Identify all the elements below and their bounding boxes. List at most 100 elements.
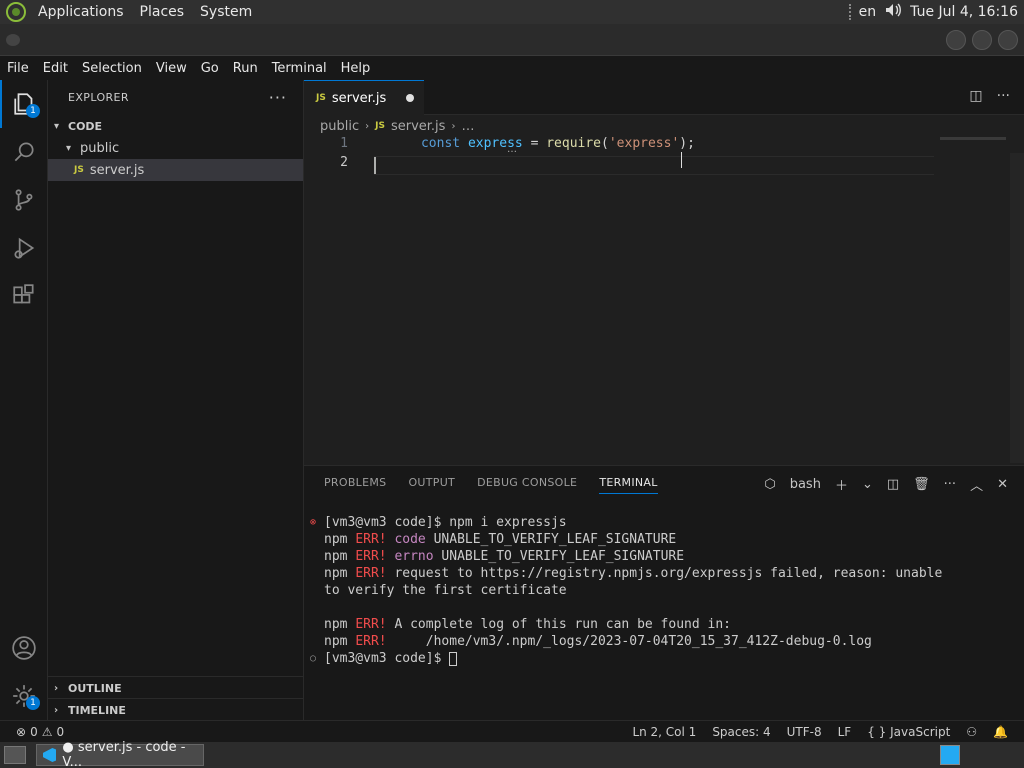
timeline-section[interactable]: › TIMELINE <box>48 699 303 721</box>
workspace-root-label: CODE <box>68 119 103 133</box>
menu-run[interactable]: Run <box>226 61 265 76</box>
clock[interactable]: Tue Jul 4, 16:16 <box>910 4 1018 20</box>
more-actions-icon[interactable]: ··· <box>944 477 956 492</box>
npm-label: npm <box>324 566 348 581</box>
menu-file[interactable]: File <box>0 61 36 76</box>
language-mode[interactable]: { } JavaScript <box>867 725 950 739</box>
show-desktop-icon[interactable] <box>4 746 26 764</box>
code-line[interactable]: 1 const express = require('express'); <box>304 134 1004 153</box>
tab-terminal[interactable]: TERMINAL <box>599 476 658 494</box>
source-control-icon[interactable] <box>0 176 48 224</box>
feedback-icon[interactable]: ⚇ <box>966 725 977 739</box>
text-cursor <box>374 157 376 174</box>
javascript-file-icon: JS <box>316 93 326 103</box>
code-editor[interactable]: 1 const express = require('express'); … … <box>304 134 1024 465</box>
problems-indicator[interactable]: ⊗ 0 ⚠ 0 <box>0 725 64 739</box>
cursor-position[interactable]: Ln 2, Col 1 <box>632 725 696 739</box>
npm-key: errno <box>394 549 434 564</box>
menu-places[interactable]: Places <box>132 4 193 20</box>
taskbar-window-vscode[interactable]: ● server.js - code - V... <box>36 740 204 768</box>
npm-label: npm <box>324 617 348 632</box>
terminal-output[interactable]: ⊗ [vm3@vm3 code]$ npm i expressjs npm ER… <box>310 514 1010 667</box>
file-server-js[interactable]: JS server.js <box>48 159 303 181</box>
indentation[interactable]: Spaces: 4 <box>712 725 770 739</box>
terminal-line: ⊗ [vm3@vm3 code]$ npm i expressjs <box>310 514 1010 531</box>
error-decoration-icon[interactable]: ⊗ <box>310 517 324 528</box>
end-of-line[interactable]: LF <box>838 725 852 739</box>
close-window-icon[interactable] <box>998 30 1018 50</box>
menu-terminal[interactable]: Terminal <box>265 61 334 76</box>
terminal-text: /home/vm3/.npm/_logs/2023-07-04T20_15_37… <box>394 634 872 649</box>
new-terminal-icon[interactable]: ＋ <box>835 475 848 494</box>
maximize-panel-icon[interactable]: ︿ <box>970 475 983 494</box>
settings-badge: 1 <box>26 696 40 710</box>
notifications-bell-icon[interactable]: 🔔 <box>993 725 1008 739</box>
npm-err-label: ERR! <box>355 566 387 581</box>
search-icon[interactable] <box>0 128 48 176</box>
minimap[interactable] <box>940 137 1006 140</box>
menu-view[interactable]: View <box>149 61 194 76</box>
distro-logo-icon[interactable] <box>6 2 26 22</box>
maximize-window-icon[interactable] <box>972 30 992 50</box>
line-number: 1 <box>340 136 348 151</box>
explorer-icon[interactable]: 1 <box>0 80 48 128</box>
terminal-line: npm ERR! code UNABLE_TO_VERIFY_LEAF_SIGN… <box>310 531 1010 548</box>
split-terminal-icon[interactable]: ◫ <box>887 477 899 492</box>
outline-label: OUTLINE <box>68 681 122 695</box>
menu-help[interactable]: Help <box>334 61 378 76</box>
warning-icon: ⚠ <box>41 724 53 739</box>
terminal-text: A complete log of this run can be found … <box>394 617 731 632</box>
accounts-icon[interactable] <box>0 624 48 672</box>
bottom-panel: PROBLEMS OUTPUT DEBUG CONSOLE TERMINAL ⬡… <box>304 465 1024 720</box>
chevron-down-icon[interactable]: ⌄ <box>862 477 873 492</box>
settings-gear-icon[interactable]: 1 <box>0 672 48 720</box>
breadcrumb-folder[interactable]: public <box>320 119 359 134</box>
token-operator: = <box>530 136 539 151</box>
more-actions-icon[interactable]: ··· <box>269 88 287 107</box>
close-panel-icon[interactable]: ✕ <box>997 477 1008 492</box>
keyboard-layout-indicator[interactable]: en <box>859 4 877 20</box>
editor-scrollbar[interactable] <box>1010 153 1024 463</box>
tab-label: server.js <box>331 90 387 106</box>
workspace-switcher-icon[interactable] <box>940 745 960 765</box>
menu-applications[interactable]: Applications <box>30 4 132 20</box>
tab-output[interactable]: OUTPUT <box>408 476 455 494</box>
terminal-shell-label[interactable]: bash <box>790 477 821 492</box>
window-titlebar[interactable] <box>0 24 1024 56</box>
code-line[interactable]: 2 <box>304 153 1004 172</box>
extensions-icon[interactable] <box>0 272 48 320</box>
explorer-badge: 1 <box>26 104 40 118</box>
token-paren: ); <box>679 136 695 151</box>
npm-label: npm <box>324 634 348 649</box>
activity-bar: 1 1 <box>0 80 48 720</box>
more-actions-icon[interactable]: ··· <box>997 88 1010 104</box>
chevron-down-icon: ▾ <box>66 142 72 154</box>
chevron-right-icon: › <box>54 704 59 716</box>
menu-go[interactable]: Go <box>194 61 226 76</box>
menu-selection[interactable]: Selection <box>75 61 149 76</box>
run-debug-icon[interactable] <box>0 224 48 272</box>
minimize-window-icon[interactable] <box>946 30 966 50</box>
tab-server-js[interactable]: JS server.js <box>304 80 424 115</box>
folder-public[interactable]: ▾ public <box>48 137 303 159</box>
taskbar-window-label: ● server.js - code - V... <box>62 740 186 768</box>
vscode-icon <box>43 748 57 762</box>
volume-icon[interactable] <box>884 1 902 23</box>
terminal-text: to verify the first certificate <box>324 583 567 598</box>
tab-problems[interactable]: PROBLEMS <box>324 476 386 494</box>
window-menu-icon[interactable] <box>6 34 20 46</box>
menu-system[interactable]: System <box>192 4 260 20</box>
terminal-line: npm ERR! errno UNABLE_TO_VERIFY_LEAF_SIG… <box>310 548 1010 565</box>
tab-debug-console[interactable]: DEBUG CONSOLE <box>477 476 577 494</box>
language-label: JavaScript <box>890 724 951 739</box>
encoding[interactable]: UTF-8 <box>787 725 822 739</box>
split-editor-icon[interactable]: ◫ <box>969 88 982 104</box>
workspace-folder-code[interactable]: ▾ CODE <box>48 115 303 137</box>
prompt-decoration-icon[interactable]: ○ <box>310 653 324 664</box>
javascript-file-icon: JS <box>74 165 84 175</box>
unsaved-dot-icon[interactable] <box>406 94 414 102</box>
outline-section[interactable]: › OUTLINE <box>48 677 303 699</box>
trash-icon[interactable]: 🗑 <box>913 477 930 492</box>
menu-edit[interactable]: Edit <box>36 61 75 76</box>
